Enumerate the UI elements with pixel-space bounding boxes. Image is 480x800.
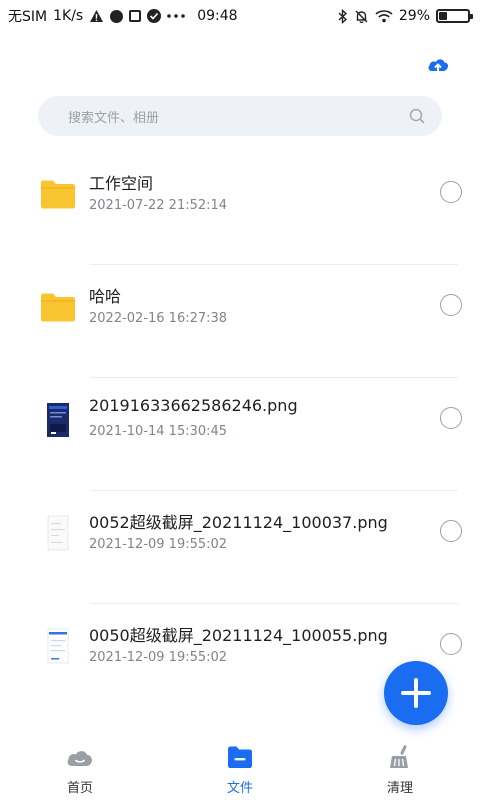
search-placeholder: 搜索文件、相册 — [68, 110, 160, 126]
file-name: 哈哈 — [89, 287, 122, 306]
files-folder-icon — [226, 743, 254, 771]
nav-files[interactable]: 文件 — [160, 735, 320, 800]
file-name: 20191633662586246.png — [89, 396, 298, 415]
file-list: 工作空间 2021-07-22 21:52:14 哈哈 2022-02-16 1… — [0, 152, 480, 717]
clock: 09:48 — [197, 8, 238, 24]
image-thumbnail — [38, 400, 78, 440]
check-circle-icon — [147, 9, 162, 23]
notification-app-icon — [110, 9, 124, 23]
file-date: 2022-02-16 16:27:38 — [89, 311, 228, 326]
file-date: 2021-12-09 19:55:02 — [89, 537, 228, 552]
status-left: 无SIM 1K/s 09:48 — [8, 6, 238, 26]
warning-icon — [89, 9, 104, 23]
bluetooth-icon — [338, 8, 348, 24]
select-radio[interactable] — [440, 181, 462, 203]
file-date: 2021-12-09 19:55:02 — [89, 650, 228, 665]
cloud-upload-icon — [428, 59, 449, 72]
file-row-screenshot-0052[interactable]: 0052超级截屏_20211124_100037.png 2021-12-09 … — [0, 491, 480, 604]
battery-icon — [436, 9, 473, 23]
status-right: 29% — [338, 8, 473, 24]
nav-label-home: 首页 — [66, 781, 93, 796]
broom-icon — [386, 743, 414, 771]
nav-clean[interactable]: 清理 — [320, 735, 480, 800]
cloud-upload-button[interactable] — [426, 54, 450, 76]
battery-percent: 29% — [398, 8, 430, 24]
image-thumbnail — [38, 513, 78, 553]
more-dots-icon — [167, 14, 186, 18]
file-row-workspace[interactable]: 工作空间 2021-07-22 21:52:14 — [0, 152, 480, 265]
select-radio[interactable] — [440, 294, 462, 316]
carrier-label: 无SIM — [8, 9, 48, 25]
select-radio[interactable] — [440, 633, 462, 655]
image-thumbnail — [38, 626, 78, 666]
file-row-image[interactable]: 20191633662586246.png 2021-10-14 15:30:4… — [0, 378, 480, 491]
plus-icon — [401, 678, 431, 708]
add-button[interactable] — [384, 661, 448, 725]
nav-label-files: 文件 — [226, 781, 253, 796]
file-date: 2021-07-22 21:52:14 — [89, 198, 228, 213]
wifi-icon — [375, 9, 393, 23]
file-name: 工作空间 — [89, 174, 154, 193]
network-speed: 1K/s — [53, 8, 84, 24]
select-radio[interactable] — [440, 520, 462, 542]
search-bar[interactable]: 搜索文件、相册 — [38, 96, 442, 136]
file-date: 2021-10-14 15:30:45 — [89, 424, 228, 439]
status-bar: 无SIM 1K/s 09:48 29% — [0, 0, 480, 32]
file-name: 0052超级截屏_20211124_100037.png — [89, 513, 388, 532]
select-radio[interactable] — [440, 407, 462, 429]
file-row-haha[interactable]: 哈哈 2022-02-16 16:27:38 — [0, 265, 480, 378]
screenshot-icon — [129, 10, 142, 22]
folder-icon — [38, 174, 78, 214]
mute-bell-icon — [354, 9, 369, 24]
search-icon[interactable] — [408, 107, 426, 125]
folder-icon — [38, 287, 78, 327]
nav-home[interactable]: 首页 — [0, 735, 160, 800]
nav-label-clean: 清理 — [386, 781, 413, 796]
file-name: 0050超级截屏_20211124_100055.png — [89, 626, 388, 645]
home-cloud-icon — [66, 743, 94, 771]
bottom-nav: 首页 文件 清理 — [0, 735, 480, 800]
